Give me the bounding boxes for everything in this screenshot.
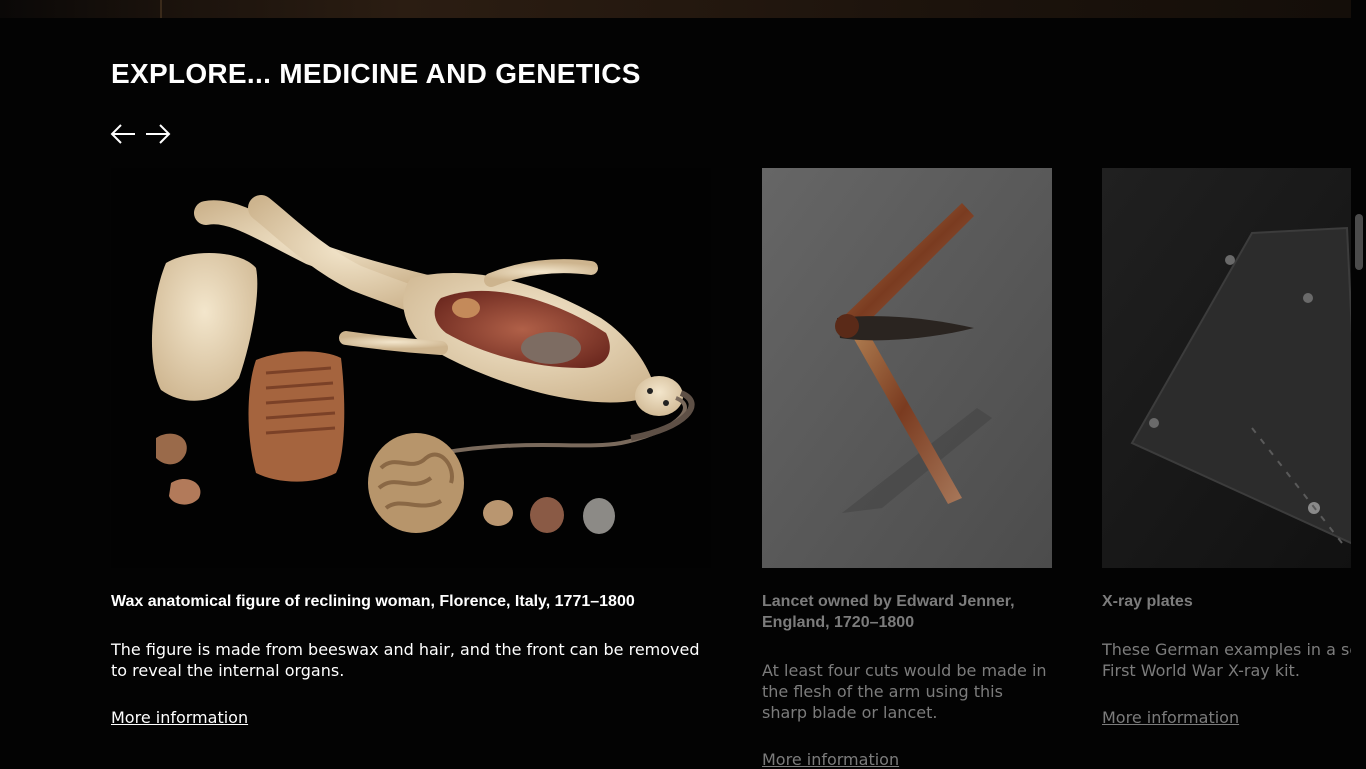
wax-figure-image (151, 195, 695, 534)
more-information-link[interactable]: More information (111, 708, 248, 727)
hero-image-bottom-edge (0, 0, 1351, 18)
card-title: Wax anatomical figure of reclining woman… (111, 593, 635, 610)
more-information-link[interactable]: More information (1102, 708, 1239, 727)
card-image-xray-plates[interactable] (1102, 168, 1351, 568)
card-image-wax-figure[interactable] (111, 168, 711, 568)
section-title: EXPLORE... MEDICINE AND GENETICS (111, 58, 641, 89)
card-description: The figure is made from beeswax and hair… (111, 640, 700, 680)
page-scrollbar[interactable] (1351, 0, 1366, 768)
card-description: These German examples in a se First Worl… (1102, 640, 1351, 680)
lancet-image (762, 168, 1052, 568)
carousel-prev-button[interactable] (110, 121, 136, 147)
arrow-right-icon (146, 124, 171, 144)
carousel-card-wax-figure[interactable]: Wax anatomical figure of reclining woman… (111, 168, 711, 727)
card-image-lancet[interactable] (762, 168, 1052, 568)
more-information-link[interactable]: More information (762, 750, 899, 769)
card-title: X-ray plates (1102, 593, 1193, 610)
carousel-card-xray-plates[interactable]: X-ray plates These German examples in a … (1102, 168, 1351, 727)
card-title: Lancet owned by Edward Jenner, England, … (762, 593, 1015, 631)
card-description: At least four cuts would be made in the … (762, 661, 1047, 722)
scrollbar-thumb[interactable] (1355, 214, 1363, 270)
carousel-card-lancet[interactable]: Lancet owned by Edward Jenner, England, … (762, 168, 1052, 769)
arrow-left-icon (110, 124, 135, 144)
carousel-next-button[interactable] (145, 121, 171, 147)
xray-plates-image (1102, 168, 1351, 568)
